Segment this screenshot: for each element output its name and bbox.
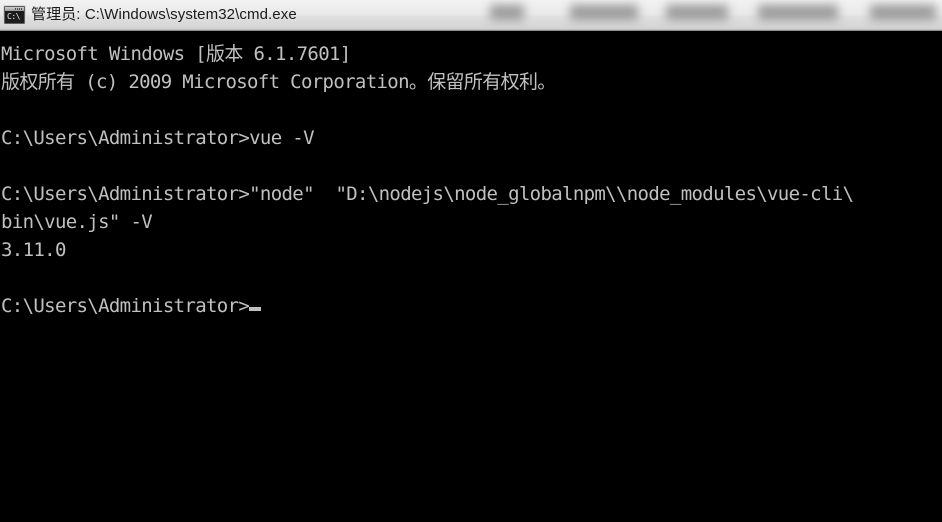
blurred-item (666, 5, 728, 20)
console-line-text: 版权所有 (c) 2009 Microsoft Corporation。保留所有… (1, 71, 556, 93)
console-line: 版权所有 (c) 2009 Microsoft Corporation。保留所有… (0, 68, 942, 96)
blurred-item (758, 5, 838, 20)
blurred-item (870, 5, 936, 20)
window-title-text: 管理员: C:\Windows\system32\cmd.exe (31, 6, 297, 23)
console-line: Microsoft Windows [版本 6.1.7601] (0, 40, 942, 68)
console-line-text: bin\vue.js" -V (1, 211, 153, 233)
console-line-text: C:\Users\Administrator> (1, 295, 250, 317)
console-line-text: C:\Users\Administrator>vue -V (1, 127, 315, 149)
console-line: 3.11.0 (0, 236, 942, 264)
title-bar-left-group: C:\ 管理员: C:\Windows\system32\cmd.exe (0, 6, 297, 24)
console-line-text: Microsoft Windows [版本 6.1.7601] (1, 43, 351, 65)
cmd-icon-titlebar (5, 7, 24, 11)
console-line-text: 3.11.0 (1, 239, 66, 261)
blurred-item (570, 5, 638, 20)
blurred-taskbar-region (470, 0, 942, 30)
text-cursor (249, 307, 262, 311)
console-line-text: C:\Users\Administrator>"node" "D:\nodejs… (1, 183, 854, 205)
console-line: bin\vue.js" -V (0, 208, 942, 236)
cmd-icon-label: C:\ (7, 12, 20, 21)
blurred-item (490, 5, 524, 20)
window-title-bar[interactable]: C:\ 管理员: C:\Windows\system32\cmd.exe (0, 0, 942, 31)
cmd-console-icon[interactable]: C:\ (4, 6, 25, 24)
console-line: C:\Users\Administrator>vue -V (0, 124, 942, 152)
console-output-area[interactable]: Microsoft Windows [版本 6.1.7601] 版权所有 (c) … (0, 31, 942, 522)
console-line: C:\Users\Administrator> (0, 292, 942, 320)
command-prompt-window: C:\ 管理员: C:\Windows\system32\cmd.exe Mic… (0, 0, 942, 522)
console-line: C:\Users\Administrator>"node" "D:\nodejs… (0, 180, 942, 208)
